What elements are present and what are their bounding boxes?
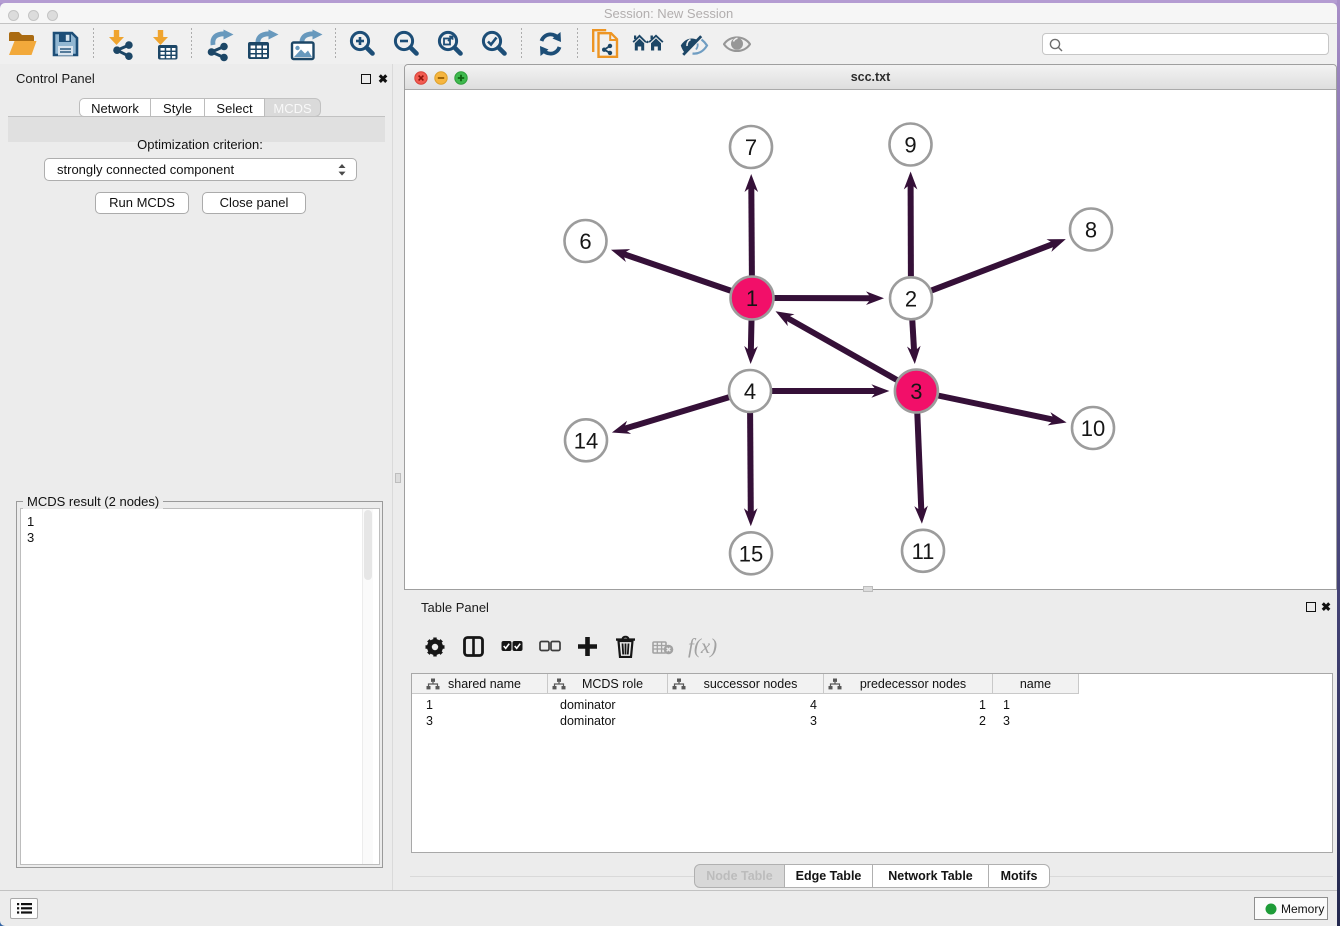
svg-text:7: 7: [745, 135, 757, 160]
svg-text:11: 11: [912, 539, 935, 564]
svg-text:4: 4: [744, 379, 756, 404]
svg-text:14: 14: [574, 428, 598, 453]
svg-text:3: 3: [910, 379, 922, 404]
svg-text:6: 6: [579, 229, 591, 254]
svg-text:10: 10: [1081, 416, 1105, 441]
svg-text:8: 8: [1085, 218, 1097, 243]
svg-text:15: 15: [739, 541, 763, 566]
svg-text:1: 1: [746, 286, 758, 311]
svg-text:9: 9: [904, 133, 916, 158]
svg-text:2: 2: [905, 286, 917, 311]
